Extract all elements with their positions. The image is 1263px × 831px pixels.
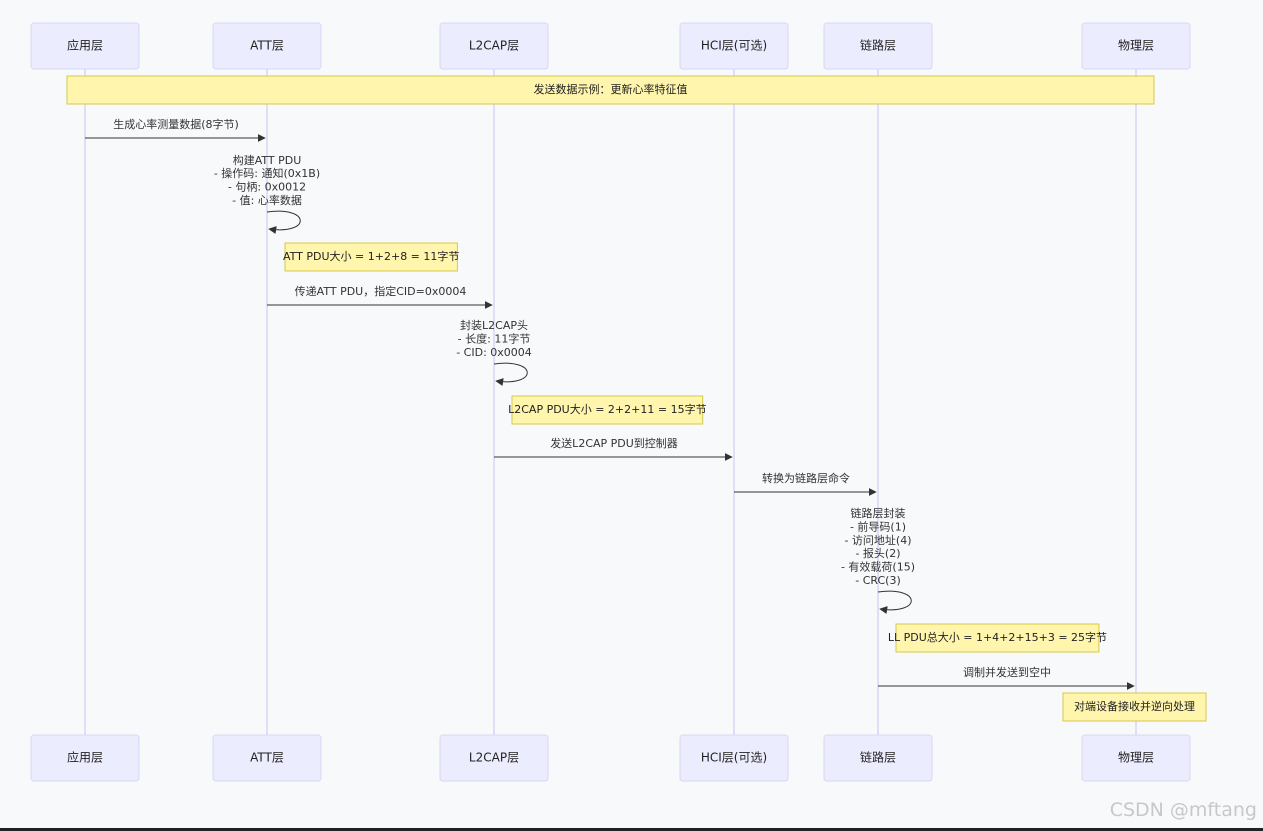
participant-top-app[interactable]: 应用层 [30, 22, 140, 70]
self-message-label: - 报头(2) [855, 546, 900, 560]
self-message-label: 构建ATT PDU [233, 153, 302, 167]
message-label: 转换为链路层命令 [762, 471, 850, 485]
participant-top-hci[interactable]: HCI层(可选) [679, 22, 789, 70]
note-0: 发送数据示例：更新心率特征值 [66, 75, 1155, 105]
self-message-arrow [877, 590, 912, 614]
note-text: 发送数据示例：更新心率特征值 [534, 82, 688, 96]
self-message-label: - 有效载荷(15) [841, 560, 915, 574]
participant-label: 链路层 [860, 750, 896, 765]
watermark: CSDN @mftang [1109, 799, 1257, 821]
note-3: ATT PDU大小 = 1+2+8 = 11字节 [283, 242, 459, 272]
participant-top-l2cap[interactable]: L2CAP层 [439, 22, 549, 70]
participant-label: 链路层 [860, 38, 896, 53]
self-message-label: - 操作码: 通知(0x1B) [214, 166, 320, 180]
participant-label: HCI层(可选) [701, 39, 767, 53]
self-message-label: 链路层封装 [851, 506, 906, 520]
message-11: 调制并发送到空中 [878, 665, 1135, 690]
participant-top-phy[interactable]: 物理层 [1081, 22, 1191, 70]
participant-label: L2CAP层 [469, 751, 519, 765]
message-label: 调制并发送到空中 [963, 665, 1051, 679]
note-text: LL PDU总大小 = 1+4+2+15+3 = 25字节 [888, 630, 1107, 644]
participant-label: L2CAP层 [469, 39, 519, 53]
self-message-arrow [493, 362, 528, 386]
message-7: 发送L2CAP PDU到控制器 [494, 436, 733, 461]
self-message-label: - CRC(3) [855, 574, 901, 587]
note-text: L2CAP PDU大小 = 2+2+11 = 15字节 [508, 402, 706, 416]
message-label: 发送L2CAP PDU到控制器 [550, 436, 678, 450]
self-message-label: - 句柄: 0x0012 [228, 181, 306, 194]
self-message-label: 封装L2CAP头 [460, 318, 528, 332]
message-4: 传递ATT PDU，指定CID=0x0004 [267, 284, 493, 309]
participant-bottom-hci[interactable]: HCI层(可选) [679, 734, 789, 782]
participant-label: 应用层 [67, 38, 103, 53]
sequence-diagram-canvas: 应用层 ATT层 L2CAP层 HCI层(可选) 链路层 物理层 应用层 ATT层 L2CAP层… [0, 0, 1263, 831]
note-6: L2CAP PDU大小 = 2+2+11 = 15字节 [508, 395, 707, 425]
participant-top-att[interactable]: ATT层 [212, 22, 322, 70]
self-message-label: - CID: 0x0004 [456, 346, 532, 359]
self-message-label: - 值: 心率数据 [232, 193, 302, 207]
sequence-diagram: 应用层 ATT层 L2CAP层 HCI层(可选) 链路层 物理层应用层 ATT层 L2CAP层… [30, 22, 1207, 782]
self-message-label: - 长度: 11字节 [458, 332, 531, 346]
self-message-arrow [266, 210, 301, 234]
message-8: 转换为链路层命令 [734, 471, 877, 496]
participant-label: 应用层 [67, 750, 103, 765]
participant-bottom-l2cap[interactable]: L2CAP层 [439, 734, 549, 782]
note-12: 对端设备接收并逆向处理 [1062, 692, 1207, 722]
participant-bottom-app[interactable]: 应用层 [30, 734, 140, 782]
participant-bottom-phy[interactable]: 物理层 [1081, 734, 1191, 782]
participant-label: ATT层 [250, 39, 284, 53]
participant-label: 物理层 [1118, 751, 1154, 765]
participant-label: 物理层 [1118, 39, 1154, 53]
message-label: 生成心率测量数据(8字节) [113, 117, 239, 131]
note-10: LL PDU总大小 = 1+4+2+15+3 = 25字节 [888, 623, 1107, 653]
note-text: 对端设备接收并逆向处理 [1074, 699, 1195, 713]
self-message-label: - 访问地址(4) [844, 533, 911, 547]
message-label: 传递ATT PDU，指定CID=0x0004 [295, 284, 467, 298]
participant-bottom-ll[interactable]: 链路层 [823, 734, 933, 782]
participant-top-ll[interactable]: 链路层 [823, 22, 933, 70]
participant-bottom-att[interactable]: ATT层 [212, 734, 322, 782]
participant-label: ATT层 [250, 751, 284, 765]
participant-label: HCI层(可选) [701, 751, 767, 765]
note-text: ATT PDU大小 = 1+2+8 = 11字节 [283, 249, 459, 263]
self-message-label: - 前导码(1) [850, 519, 906, 533]
message-1: 生成心率测量数据(8字节) [85, 117, 266, 142]
